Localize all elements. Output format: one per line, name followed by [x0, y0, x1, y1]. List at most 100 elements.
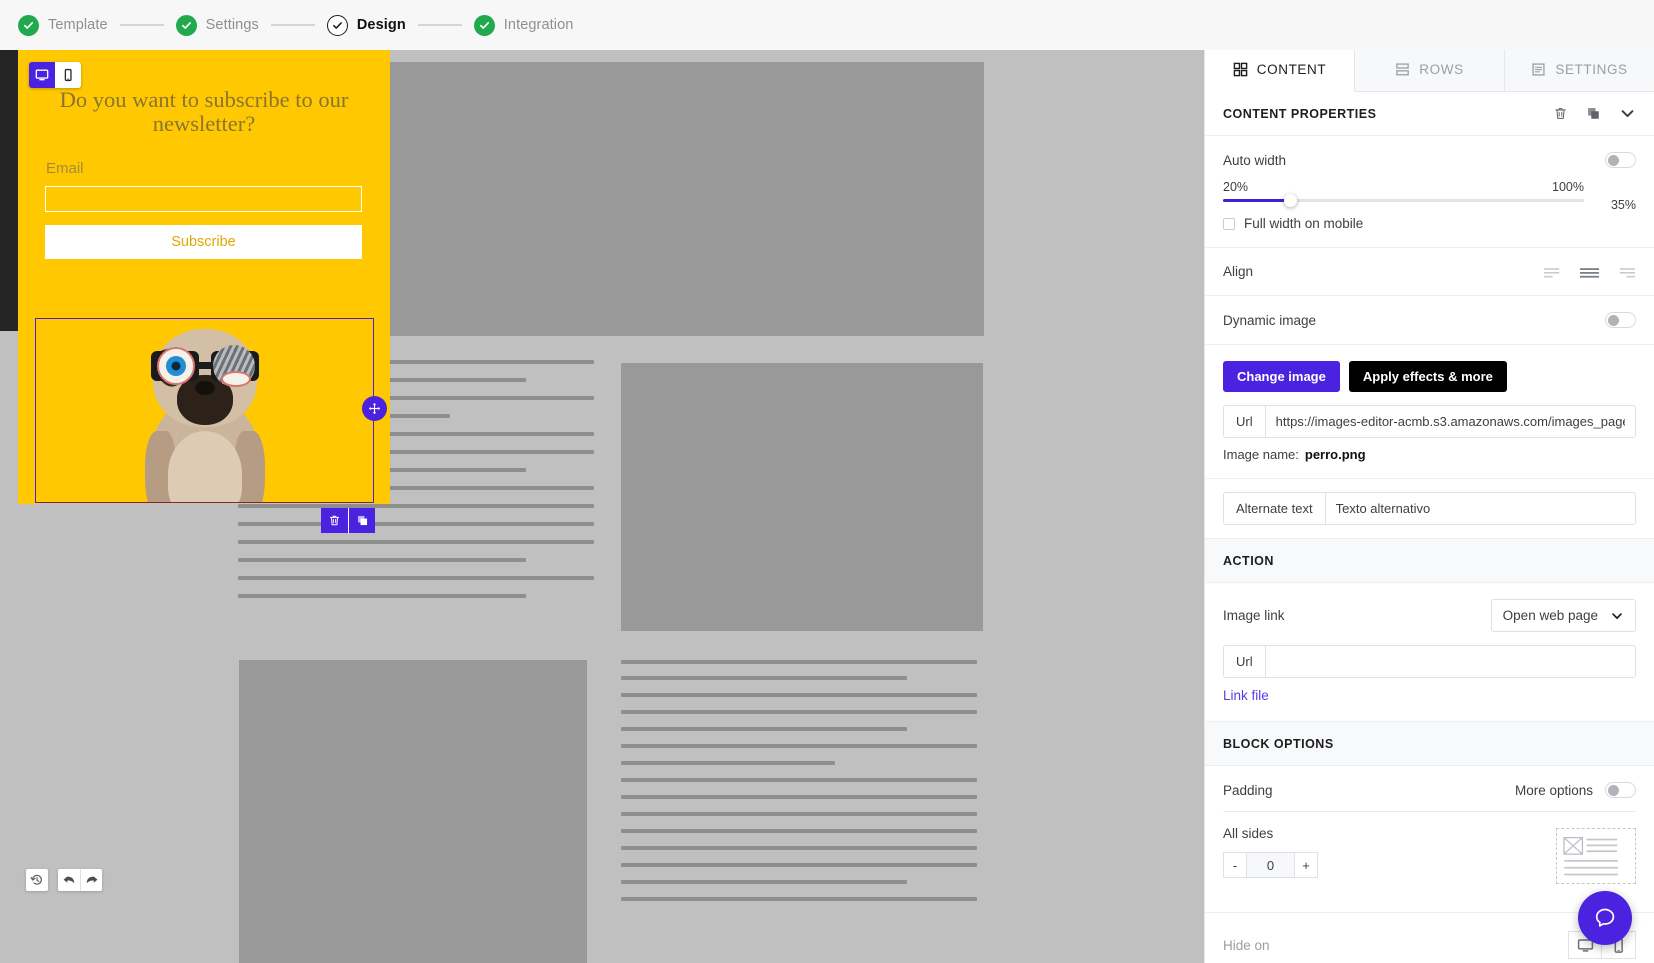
image-url-field[interactable]: Url: [1223, 405, 1636, 438]
image-name-label: Image name:: [1223, 447, 1299, 462]
align-right-icon: [1619, 267, 1636, 277]
auto-width-toggle[interactable]: [1605, 152, 1636, 168]
padding-label: Padding: [1223, 782, 1273, 798]
skeleton-image-block: [621, 363, 983, 631]
tab-content[interactable]: CONTENT: [1205, 48, 1355, 92]
duplicate-content-button[interactable]: [1586, 106, 1601, 121]
image-link-label: Image link: [1223, 608, 1285, 623]
width-slider[interactable]: [1223, 194, 1584, 207]
step-design[interactable]: Design: [326, 14, 406, 36]
skeleton-text-line: [621, 812, 977, 816]
skeleton-text-line: [621, 795, 977, 799]
align-center-button[interactable]: [1579, 265, 1600, 279]
trash-icon: [1555, 108, 1566, 119]
more-options-toggle[interactable]: [1605, 782, 1636, 798]
grid-icon: [1233, 62, 1248, 77]
padding-increment-button[interactable]: +: [1294, 852, 1318, 878]
dynamic-image-toggle[interactable]: [1605, 312, 1636, 328]
history-icon: [30, 874, 42, 885]
tab-settings-label: SETTINGS: [1555, 62, 1628, 77]
email-input[interactable]: [45, 186, 362, 212]
full-width-mobile-label: Full width on mobile: [1244, 216, 1364, 231]
action-section-title: ACTION: [1223, 553, 1274, 568]
skeleton-text-line: [238, 540, 594, 544]
action-row: Image link Open web page Url Link file: [1205, 583, 1654, 722]
block-options-section-header: BLOCK OPTIONS: [1205, 722, 1654, 766]
hide-on-label: Hide on: [1223, 937, 1270, 953]
delete-content-button[interactable]: [1553, 106, 1568, 121]
step-integration[interactable]: Integration: [473, 14, 574, 36]
skeleton-text-line: [621, 676, 907, 680]
align-left-button[interactable]: [1543, 265, 1564, 279]
image-source-row: Change image Apply effects & more Url Im…: [1205, 345, 1654, 479]
skeleton-image-block: [239, 660, 587, 963]
duplicate-icon: [1588, 108, 1599, 119]
novelty-glasses-icon: [150, 345, 259, 387]
step-integration-check-icon: [473, 14, 495, 36]
skeleton-text-line: [621, 744, 977, 748]
block-toolbar[interactable]: [321, 508, 375, 533]
mobile-icon: [64, 68, 72, 82]
subscribe-button[interactable]: Subscribe: [45, 225, 362, 259]
step-divider: [417, 24, 462, 26]
move-icon: [368, 402, 381, 415]
all-sides-label: All sides: [1223, 826, 1274, 841]
skeleton-text-line: [621, 880, 907, 884]
width-slider-min-label: 20%: [1223, 180, 1249, 194]
step-template[interactable]: Template: [18, 14, 108, 36]
step-settings[interactable]: Settings: [175, 14, 259, 36]
skeleton-text-line: [621, 727, 907, 731]
step-settings-check-icon: [175, 14, 197, 36]
content-properties-header: CONTENT PROPERTIES: [1205, 92, 1654, 136]
collapse-panel-button[interactable]: [1619, 105, 1636, 122]
tab-content-label: CONTENT: [1256, 62, 1327, 77]
image-link-value: Open web page: [1502, 608, 1598, 623]
help-chat-button[interactable]: [1578, 891, 1632, 945]
action-url-input[interactable]: [1265, 646, 1635, 677]
tab-rows[interactable]: ROWS: [1355, 48, 1505, 92]
trash-icon: [329, 515, 340, 526]
image-url-label: Url: [1224, 406, 1266, 437]
mobile-view-button[interactable]: [55, 62, 81, 88]
step-divider: [270, 24, 315, 26]
skeleton-text-line: [621, 897, 977, 901]
more-options-label: More options: [1514, 782, 1593, 798]
duplicate-block-button[interactable]: [348, 508, 375, 533]
properties-panel[interactable]: CONTENT ROWS SETTINGS CONTENT PROPERTIES: [1204, 48, 1654, 963]
email-field-label: Email: [46, 160, 84, 177]
image-link-select[interactable]: Open web page: [1490, 599, 1636, 632]
block-options-section-title: BLOCK OPTIONS: [1223, 736, 1334, 751]
action-url-field[interactable]: Url: [1223, 645, 1636, 678]
align-right-button[interactable]: [1615, 265, 1636, 279]
panel-tabs[interactable]: CONTENT ROWS SETTINGS: [1205, 48, 1654, 92]
skeleton-text-line: [238, 504, 594, 508]
history-button[interactable]: [26, 869, 48, 891]
image-url-input[interactable]: [1265, 406, 1635, 437]
apply-effects-button[interactable]: Apply effects & more: [1348, 361, 1507, 392]
delete-block-button[interactable]: [321, 508, 348, 533]
history-bar[interactable]: [26, 869, 102, 891]
newsletter-popup[interactable]: Do you want to subscribe to our newslett…: [18, 48, 390, 504]
desktop-view-button[interactable]: [29, 62, 55, 88]
redo-button[interactable]: [80, 869, 102, 891]
padding-value[interactable]: 0: [1247, 852, 1294, 878]
skeleton-text-line: [621, 778, 977, 782]
padding-decrement-button[interactable]: -: [1223, 852, 1247, 878]
image-name-value: perro.png: [1304, 447, 1366, 462]
change-image-button[interactable]: Change image: [1223, 361, 1340, 392]
popup-image-block[interactable]: [35, 318, 374, 503]
tab-settings[interactable]: SETTINGS: [1505, 48, 1654, 92]
full-width-mobile-checkbox[interactable]: [1223, 217, 1235, 230]
device-preview-toggle[interactable]: [29, 62, 81, 88]
alt-text-field[interactable]: Alternate text: [1223, 492, 1636, 525]
move-handle[interactable]: [362, 396, 387, 421]
popup-title: Do you want to subscribe to our newslett…: [59, 87, 349, 136]
undo-button[interactable]: [58, 869, 80, 891]
skeleton-text-line: [621, 761, 835, 765]
skeleton-text-line: [621, 863, 977, 867]
alt-text-input[interactable]: [1325, 493, 1635, 524]
popup-backdrop: [0, 50, 18, 331]
link-file-link[interactable]: Link file: [1223, 688, 1269, 703]
skeleton-text-line: [238, 522, 594, 526]
undo-icon: [63, 876, 75, 884]
